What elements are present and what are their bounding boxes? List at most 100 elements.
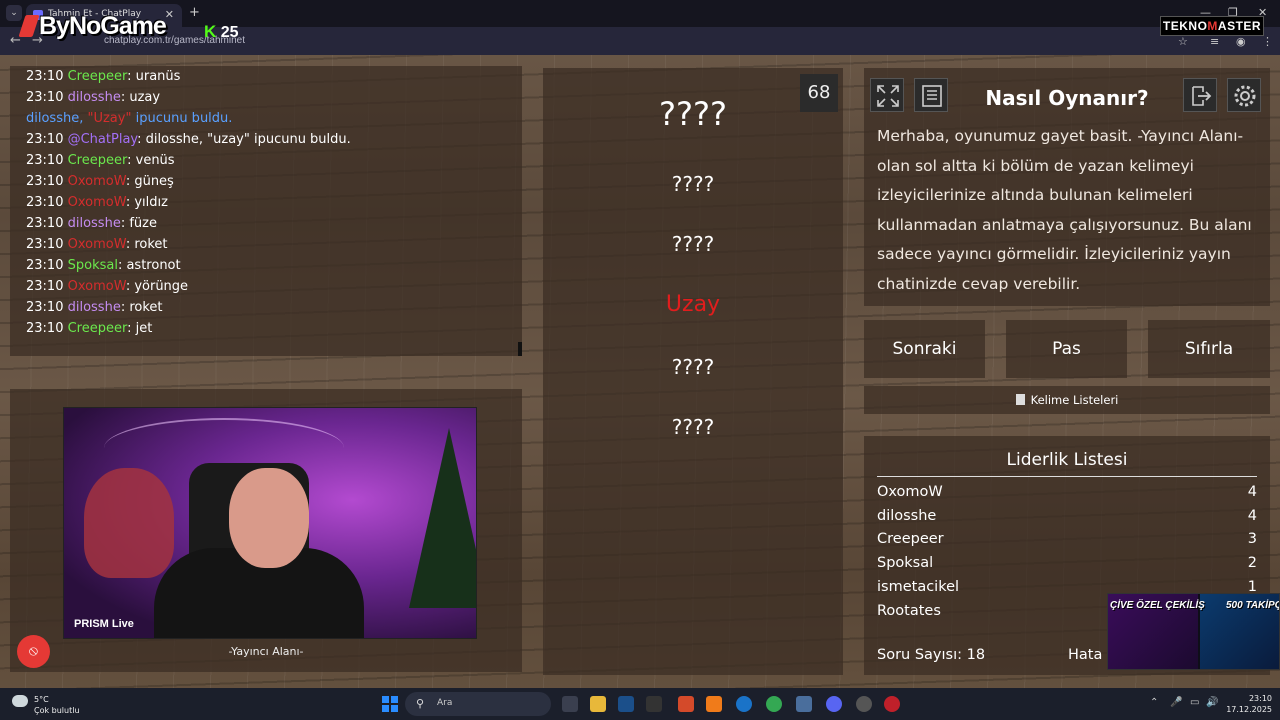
chat-username[interactable]: Creepeer [68, 153, 128, 168]
chat-text: : venüs [127, 153, 175, 168]
chat-text: : füze [120, 216, 157, 231]
chat-text: : roket [125, 237, 168, 252]
cloud-icon [12, 695, 28, 707]
chat-username[interactable]: dilosshe [68, 90, 121, 105]
windows-taskbar: 5°C Çok bulutlu ⚲ Ara ⌃ 🎤 ▭ 🔊 23:10 17.12.2… [0, 688, 1280, 720]
player-name: OxomoW [877, 484, 943, 500]
epic-games-icon[interactable] [646, 696, 662, 712]
new-tab-button[interactable]: + [189, 5, 200, 20]
chat-time: 23:10 [26, 132, 64, 147]
chat-text: : uranüs [127, 69, 181, 84]
taskbar-clock[interactable]: 23:10 17.12.2025 [1226, 693, 1272, 715]
start-button[interactable] [382, 696, 398, 712]
brave-icon[interactable] [678, 696, 694, 712]
player-name: ismetacikel [877, 578, 960, 595]
promo-left-text: ÇİVE ÖZEL ÇEKİLİŞ [1110, 600, 1205, 611]
pass-button[interactable]: Pas [1006, 320, 1127, 378]
player-score: 3 [1247, 531, 1257, 548]
browser-icon[interactable] [736, 696, 752, 712]
chat-username[interactable]: @ChatPlay [68, 132, 138, 147]
chrome-icon[interactable] [766, 696, 782, 712]
leaderboard-row: Creepeer 3 [877, 531, 1257, 547]
chat-username[interactable]: dilosshe [68, 216, 121, 231]
profile-icon[interactable]: ◉ [1236, 35, 1246, 48]
next-button[interactable]: Sonraki [864, 320, 985, 378]
webcam-feed: PRISM Live [63, 407, 477, 639]
chat-text: : roket [120, 300, 163, 315]
notes-icon[interactable] [914, 78, 948, 112]
bookmark-star-icon[interactable]: ☆ [1178, 35, 1188, 48]
chat-username[interactable]: Creepeer [68, 69, 128, 84]
chat-username[interactable]: OxomoW [68, 174, 126, 189]
chat-text: : dilosshe, "uzay" ipucunu buldu. [137, 132, 351, 147]
chat-text: : yörünge [125, 279, 189, 294]
steam-icon[interactable] [618, 696, 634, 712]
youtube-icon[interactable] [884, 696, 900, 712]
word-hidden: ???? [659, 95, 727, 133]
question-count: Soru Sayısı: 18 [877, 647, 986, 663]
chat-message: 23:10 @ChatPlay: dilosshe, "uzay" ipucun… [26, 129, 351, 150]
obs-icon[interactable] [856, 696, 872, 712]
chat-message: 23:10 dilosshe: füze [26, 213, 351, 234]
file-explorer-icon[interactable] [590, 696, 606, 712]
chat-time: 23:10 [26, 174, 64, 189]
tray-chevron-icon[interactable]: ⌃ [1150, 697, 1158, 708]
teknomaster-logo: TEKNOMASTER [1160, 16, 1264, 36]
player-score: 4 [1247, 484, 1257, 500]
tab-search-button[interactable]: ⌄ [6, 5, 22, 21]
document-icon [1015, 394, 1025, 405]
chat-panel: 23:10 Creepeer: uranüs 23:10 dilosshe: uz… [10, 66, 522, 356]
player-score: 4 [1247, 507, 1257, 524]
word-revealed: Uzay [665, 292, 721, 317]
chat-text: : astronot [117, 258, 181, 273]
chat-time: 23:10 [26, 321, 64, 336]
chat-message: 23:10 OxomoW: güneş [26, 171, 351, 192]
menu-dots-icon[interactable]: ⋮ [1262, 35, 1273, 48]
leaderboard-row: dilosshe 4 [877, 508, 1257, 524]
chat-scrollbar[interactable] [518, 342, 522, 356]
player-name: Creepeer [877, 531, 944, 548]
word-hidden: ???? [671, 172, 715, 196]
chat-username[interactable]: Spoksal [68, 258, 118, 273]
word-lists-button[interactable]: Kelime Listeleri [864, 386, 1270, 414]
app-icon-2[interactable] [796, 696, 812, 712]
recording-icon[interactable]: ⦸ [17, 635, 50, 668]
close-tab-icon[interactable]: ✕ [165, 8, 174, 21]
chat-message: 23:10 dilosshe: roket [26, 297, 351, 318]
chat-time: 23:10 [26, 300, 64, 315]
chat-username[interactable]: OxomoW [68, 195, 126, 210]
discord-icon[interactable] [826, 696, 842, 712]
chat-time: 23:10 [26, 258, 64, 273]
error-count-label: Hata [1068, 647, 1103, 663]
app-icon[interactable] [706, 696, 722, 712]
player-name: Rootates [877, 602, 941, 619]
reset-button[interactable]: Sıfırla [1148, 320, 1270, 378]
chat-username[interactable]: OxomoW [68, 237, 126, 252]
volume-icon[interactable]: 🔊 [1206, 697, 1218, 708]
chat-username[interactable]: OxomoW [68, 279, 126, 294]
how-to-play-text: Merhaba, oyunumuz gayet basit. -Yayıncı … [877, 127, 1252, 293]
exit-icon[interactable] [1183, 78, 1217, 112]
chat-message: dilosshe, "Uzay" ipucunu buldu. [26, 108, 351, 129]
address-bar-row: ← → chatplay.com.tr/games/tahminet ☆ ≡ ◉… [0, 27, 1280, 55]
kick-viewer-count: K 25 [204, 22, 239, 41]
fullscreen-icon[interactable] [870, 78, 904, 112]
task-view-icon[interactable] [562, 696, 578, 712]
microphone-icon[interactable]: 🎤 [1170, 697, 1182, 708]
prism-live-watermark: PRISM Live [74, 618, 134, 630]
chat-username[interactable]: dilosshe [68, 300, 121, 315]
chat-time: 23:10 [26, 237, 64, 252]
chat-message: 23:10 OxomoW: yörünge [26, 276, 351, 297]
network-icon[interactable]: ▭ [1190, 697, 1199, 708]
chat-time: 23:10 [26, 153, 64, 168]
settings-gear-icon[interactable] [1227, 78, 1261, 112]
leaderboard-title: Liderlik Listesi [877, 450, 1257, 477]
kick-icon: K [204, 22, 217, 41]
reading-list-icon[interactable]: ≡ [1210, 35, 1219, 48]
leaderboard-row: OxomoW 4 [877, 484, 1257, 500]
chat-message: 23:10 Spoksal: astronot [26, 255, 351, 276]
chat-username[interactable]: Creepeer [68, 321, 128, 336]
search-icon: ⚲ [416, 697, 425, 710]
word-hidden: ???? [671, 232, 715, 256]
taskbar-search[interactable]: ⚲ Ara [405, 692, 551, 716]
